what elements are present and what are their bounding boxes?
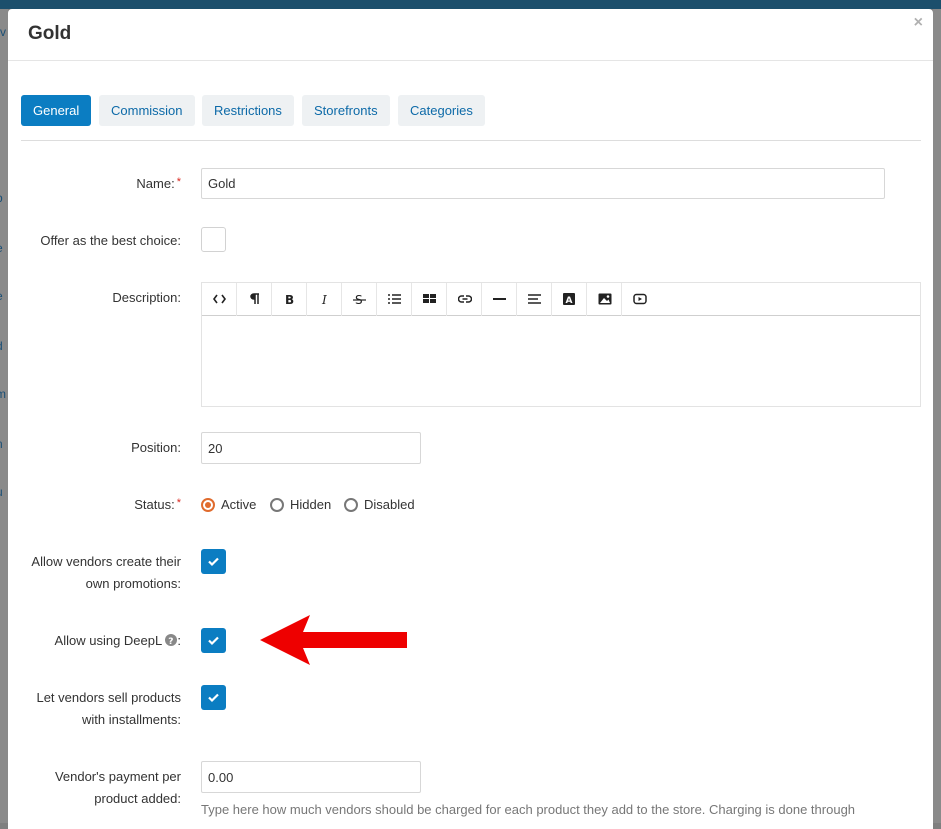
dialog-title: Gold	[28, 23, 72, 44]
tab-bar: General Commission Restrictions Storefro…	[21, 95, 921, 141]
background-page-left: rv b e e d m n u	[0, 9, 8, 823]
svg-text:I: I	[321, 293, 327, 305]
status-disabled-radio[interactable]	[344, 498, 358, 512]
vendor-promotions-label: Allow vendors create their own promotion…	[31, 554, 181, 591]
tab-storefronts[interactable]: Storefronts	[302, 95, 390, 126]
background-text: m	[0, 387, 6, 401]
code-view-icon[interactable]	[202, 283, 237, 316]
status-active-radio[interactable]	[201, 498, 215, 512]
checkmark-icon	[208, 557, 219, 567]
payment-help-text: Type here how much vendors should be cha…	[201, 802, 856, 817]
checkmark-icon	[208, 636, 219, 646]
status-disabled-label[interactable]: Disabled	[364, 497, 415, 513]
tab-commission[interactable]: Commission	[99, 95, 195, 126]
deepl-label: Allow using DeepL ?:	[54, 633, 181, 648]
bold-icon[interactable]: B	[272, 283, 307, 316]
image-icon[interactable]	[587, 283, 622, 316]
svg-text:?: ?	[169, 637, 174, 646]
svg-text:B: B	[285, 293, 294, 305]
video-icon[interactable]	[622, 283, 657, 316]
editor-toolbar: B I S A	[202, 283, 920, 316]
background-text: b	[0, 191, 3, 205]
annotation-arrow	[260, 615, 407, 665]
italic-icon[interactable]: I	[307, 283, 342, 316]
required-marker: *	[176, 497, 181, 509]
background-text: d	[0, 339, 3, 353]
background-text: n	[0, 437, 3, 451]
description-label: Description:	[112, 290, 181, 305]
status-hidden-radio[interactable]	[270, 498, 284, 512]
description-textarea[interactable]	[202, 317, 920, 406]
link-icon[interactable]	[447, 283, 482, 316]
checkmark-icon	[208, 693, 219, 703]
close-icon[interactable]: ×	[914, 14, 923, 32]
vendor-promotions-checkbox[interactable]	[201, 549, 226, 574]
deepl-checkbox[interactable]	[201, 628, 226, 653]
best-choice-checkbox[interactable]	[201, 227, 226, 252]
background-text: u	[0, 485, 3, 499]
table-icon[interactable]	[412, 283, 447, 316]
best-choice-label: Offer as the best choice:	[40, 233, 181, 248]
tab-categories[interactable]: Categories	[398, 95, 485, 126]
background-header	[0, 0, 941, 9]
status-active-label[interactable]: Active	[221, 497, 256, 513]
installments-checkbox[interactable]	[201, 685, 226, 710]
background-text: rv	[0, 25, 6, 39]
payment-per-product-input[interactable]	[201, 761, 421, 793]
help-icon[interactable]: ?	[165, 634, 178, 647]
background-text: e	[0, 241, 3, 255]
paragraph-icon[interactable]	[237, 283, 272, 316]
background-page-right	[933, 9, 941, 823]
status-label: Status: *	[134, 497, 181, 512]
description-editor: B I S A	[201, 282, 921, 407]
position-label: Position:	[131, 440, 181, 455]
required-marker: *	[176, 176, 181, 188]
plan-dialog: Gold × General Commission Restrictions S…	[8, 9, 933, 829]
align-icon[interactable]	[517, 283, 552, 316]
tab-restrictions[interactable]: Restrictions	[202, 95, 294, 126]
strikethrough-icon[interactable]: S	[342, 283, 377, 316]
background-text: e	[0, 289, 3, 303]
status-hidden-label[interactable]: Hidden	[290, 497, 331, 513]
name-input[interactable]	[201, 168, 885, 199]
unordered-list-icon[interactable]	[377, 283, 412, 316]
svg-text:A: A	[566, 296, 573, 305]
installments-label: Let vendors sell products with installme…	[36, 690, 181, 727]
font-color-icon[interactable]: A	[552, 283, 587, 316]
tab-general[interactable]: General	[21, 95, 92, 126]
dialog-header: Gold ×	[8, 9, 933, 61]
position-input[interactable]	[201, 432, 421, 464]
horizontal-rule-icon[interactable]	[482, 283, 517, 316]
svg-text:S: S	[355, 293, 363, 305]
name-label: Name: *	[136, 176, 181, 191]
payment-per-product-label: Vendor's payment per product added:	[54, 769, 181, 806]
